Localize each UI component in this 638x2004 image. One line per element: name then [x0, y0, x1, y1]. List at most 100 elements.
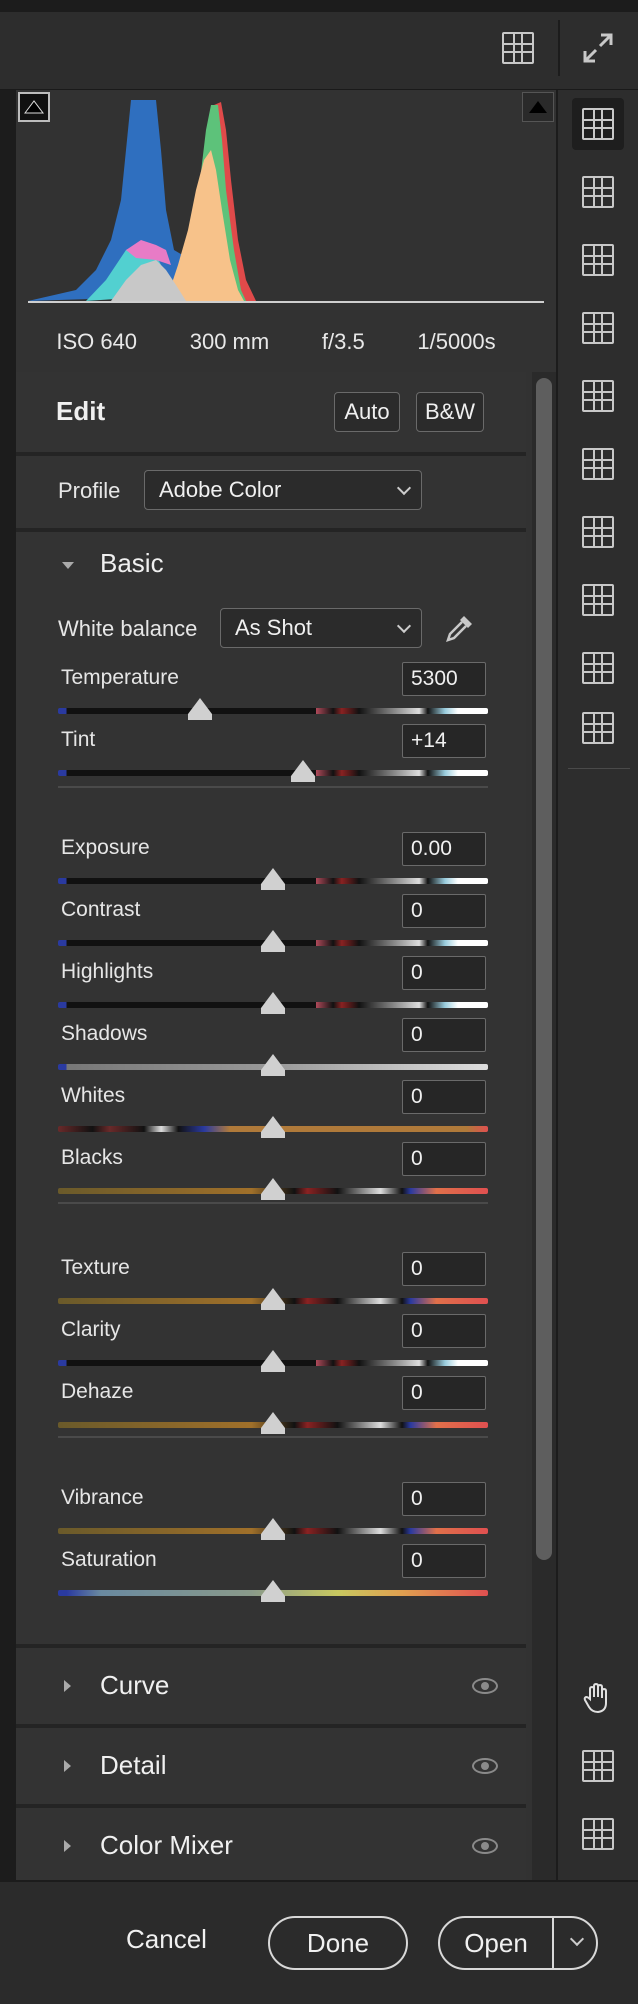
- profile-select[interactable]: Adobe Color: [144, 470, 422, 510]
- slider-thumb[interactable]: [261, 1412, 285, 1434]
- slider-label: Whites: [61, 1084, 126, 1107]
- panel-scrollbar[interactable]: [532, 372, 556, 1880]
- scrollbar-thumb[interactable]: [536, 378, 552, 1560]
- slider-value-input[interactable]: 5300: [402, 662, 486, 696]
- hand-tool-icon[interactable]: [572, 1672, 624, 1724]
- redeye-tool-icon[interactable]: [572, 370, 624, 422]
- more-tools-icon[interactable]: [572, 702, 624, 754]
- slider-track[interactable]: [58, 770, 488, 776]
- eye-icon[interactable]: [472, 1678, 498, 1694]
- slider-thumb[interactable]: [261, 1178, 285, 1200]
- basic-title: Basic: [100, 548, 164, 578]
- slider-value-input[interactable]: 0: [402, 1080, 486, 1114]
- slider-label: Contrast: [61, 898, 141, 921]
- exif-iso: ISO 640: [56, 329, 138, 354]
- caret-right-icon: [64, 1760, 71, 1772]
- cancel-button[interactable]: Cancel: [126, 1924, 207, 1955]
- slider-value-input[interactable]: 0: [402, 1314, 486, 1348]
- slider-label: Vibrance: [61, 1486, 144, 1509]
- slider-thumb[interactable]: [261, 1350, 285, 1372]
- detail-section[interactable]: Detail: [16, 1728, 526, 1804]
- slider-thumb[interactable]: [291, 760, 316, 782]
- slider-thumb[interactable]: [187, 698, 212, 720]
- slider-label: Temperature: [61, 666, 179, 689]
- slider-thumb[interactable]: [261, 992, 285, 1014]
- edit-panel: ISO 640 300 mm f/3.5 1/5000s Edit Auto B…: [16, 90, 556, 1880]
- slider-value-input[interactable]: 0: [402, 1018, 486, 1052]
- slider-label: Shadows: [61, 1022, 148, 1045]
- eyedropper-icon[interactable]: [442, 610, 478, 646]
- detail-title: Detail: [100, 1750, 167, 1780]
- zoom-grid-icon[interactable]: [572, 1740, 624, 1792]
- masking-tool-icon[interactable]: [572, 302, 624, 354]
- slider-value-input[interactable]: 0: [402, 1142, 486, 1176]
- open-options-chevron-icon[interactable]: [556, 1918, 596, 1968]
- slider-value-input[interactable]: +14: [402, 724, 486, 758]
- crop-tool-icon[interactable]: [572, 166, 624, 218]
- tool-rail: [556, 90, 638, 1880]
- eye-icon[interactable]: [472, 1758, 498, 1774]
- slider-thumb[interactable]: [261, 1116, 285, 1138]
- eye-icon[interactable]: [472, 1838, 498, 1854]
- done-button[interactable]: Done: [268, 1916, 408, 1970]
- color-mixer-section[interactable]: Color Mixer: [16, 1808, 526, 1880]
- edit-title: Edit: [56, 396, 106, 426]
- slider-thumb[interactable]: [261, 1288, 285, 1310]
- slider-value-input[interactable]: 0: [402, 1544, 486, 1578]
- slider-shadows: Shadows 0: [16, 1018, 526, 1080]
- slider-value-input[interactable]: 0: [402, 1482, 486, 1516]
- slider-value-input[interactable]: 0: [402, 1252, 486, 1286]
- slider-texture: Texture 0: [16, 1252, 526, 1314]
- edit-header: Edit Auto B&W: [16, 372, 526, 452]
- basic-section: Basic White balance As Shot Temperature 5…: [16, 532, 526, 1732]
- white-balance-label: White balance: [58, 616, 198, 641]
- slider-track[interactable]: [58, 708, 488, 714]
- slider-value-input[interactable]: 0: [402, 956, 486, 990]
- slider-exposure: Exposure 0.00: [16, 832, 526, 894]
- slider-label: Highlights: [61, 960, 154, 983]
- slider-thumb[interactable]: [261, 1054, 285, 1076]
- slider-thumb[interactable]: [261, 1518, 285, 1540]
- histogram: [16, 90, 556, 312]
- edit-tool-icon[interactable]: [572, 98, 624, 150]
- slider-label: Texture: [61, 1256, 130, 1279]
- slider-dehaze: Dehaze 0: [16, 1376, 526, 1438]
- slider-thumb[interactable]: [261, 868, 285, 890]
- slider-temperature: Temperature 5300: [16, 662, 526, 724]
- slider-value-input[interactable]: 0.00: [402, 832, 486, 866]
- slider-label: Blacks: [61, 1146, 123, 1169]
- exif-shutter: 1/5000s: [417, 329, 496, 354]
- caret-right-icon: [64, 1840, 71, 1852]
- group-divider: [58, 786, 488, 788]
- white-balance-value: As Shot: [235, 615, 313, 640]
- expand-icon[interactable]: [578, 28, 618, 68]
- slider-highlights: Highlights 0: [16, 956, 526, 1018]
- profile-section: Profile Adobe Color: [16, 456, 526, 528]
- curve-section[interactable]: Curve: [16, 1648, 526, 1724]
- bw-button[interactable]: B&W: [416, 392, 484, 432]
- slider-value-input[interactable]: 0: [402, 1376, 486, 1410]
- snapshots-tool-icon[interactable]: [572, 506, 624, 558]
- group-divider: [58, 1436, 488, 1438]
- lens-blur-tool-icon[interactable]: [572, 642, 624, 694]
- slider-whites: Whites 0: [16, 1080, 526, 1142]
- histogram-graph: [28, 100, 544, 303]
- grid-view-icon[interactable]: [498, 28, 538, 68]
- auto-button[interactable]: Auto: [334, 392, 400, 432]
- slider-blacks: Blacks 0: [16, 1142, 526, 1204]
- basic-collapse-toggle[interactable]: [56, 554, 80, 578]
- white-balance-select[interactable]: As Shot: [220, 608, 422, 648]
- slider-label: Saturation: [61, 1548, 157, 1571]
- footer-bar: Cancel Done Open: [0, 1880, 638, 2004]
- healing-tool-icon[interactable]: [572, 234, 624, 286]
- open-button[interactable]: Open: [440, 1918, 552, 1968]
- slider-thumb[interactable]: [261, 1580, 285, 1602]
- slider-value-input[interactable]: 0: [402, 894, 486, 928]
- view-options-icon[interactable]: [572, 1808, 624, 1860]
- remove-tool-icon[interactable]: [572, 574, 624, 626]
- presets-tool-icon[interactable]: [572, 438, 624, 490]
- top-toolbar: [0, 0, 638, 90]
- curve-title: Curve: [100, 1670, 170, 1700]
- group-divider: [58, 1202, 488, 1204]
- slider-thumb[interactable]: [261, 930, 285, 952]
